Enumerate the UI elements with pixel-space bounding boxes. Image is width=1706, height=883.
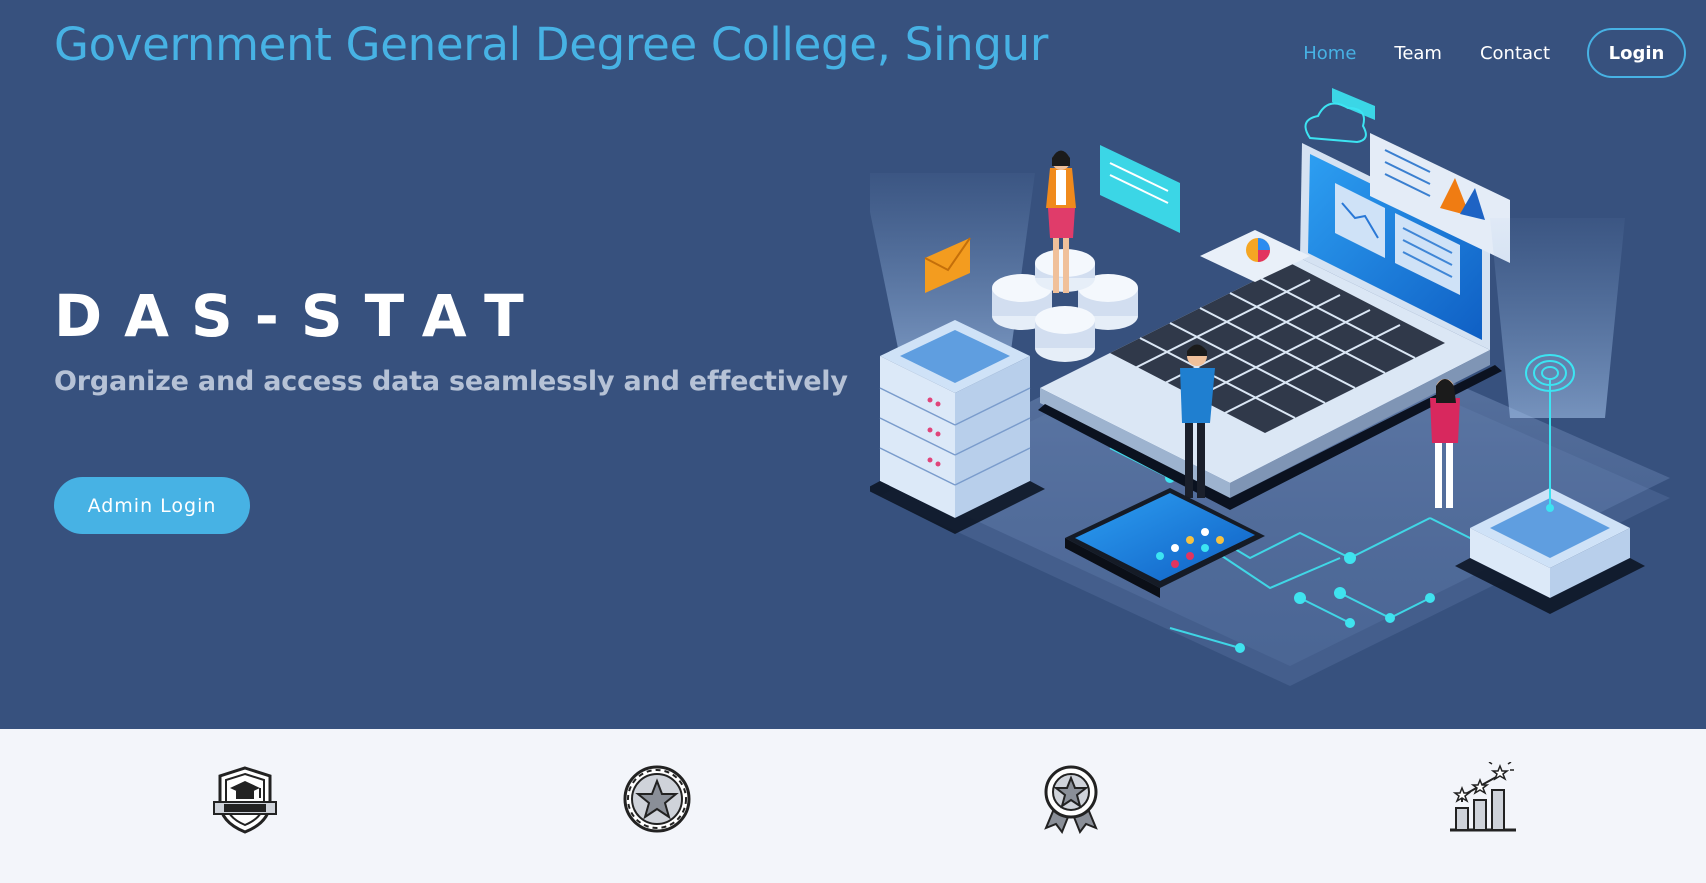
hero-illustration — [870, 88, 1670, 686]
nav-home-link[interactable]: Home — [1303, 43, 1356, 64]
login-button[interactable]: Login — [1587, 28, 1686, 78]
site-brand[interactable]: Government General Degree College, Singu… — [54, 18, 1048, 71]
nav-team-link[interactable]: Team — [1394, 43, 1442, 64]
nav-contact-link[interactable]: Contact — [1480, 43, 1550, 64]
growth-chart-icon — [1450, 762, 1516, 832]
star-coin-icon — [623, 765, 691, 833]
award-ribbon-icon — [1044, 765, 1098, 835]
hero-subtitle: Organize and access data seamlessly and … — [54, 366, 848, 397]
hero-section: Government General Degree College, Singu… — [0, 0, 1706, 729]
college-badge-icon — [213, 766, 277, 834]
main-nav: Home Team Contact Login — [1303, 28, 1686, 78]
hero-title: DAS-STAT — [54, 282, 546, 350]
admin-login-button[interactable]: Admin Login — [54, 477, 250, 534]
